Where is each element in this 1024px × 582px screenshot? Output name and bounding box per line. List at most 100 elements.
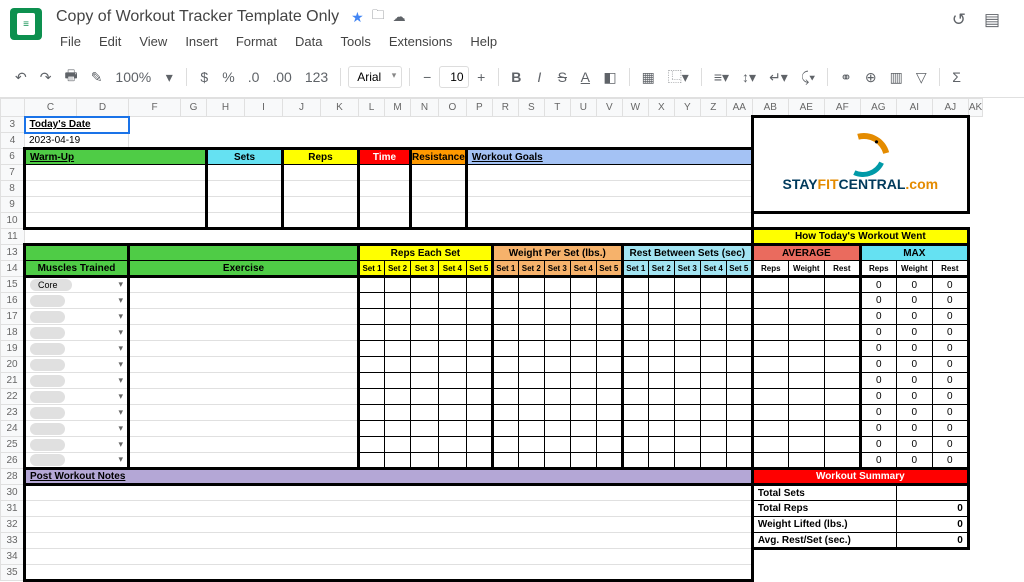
row-header[interactable]: 34 xyxy=(1,549,25,565)
cell[interactable] xyxy=(492,309,518,325)
cell[interactable]: Reps xyxy=(860,261,896,277)
cell[interactable] xyxy=(359,309,385,325)
cell[interactable]: 0 xyxy=(860,421,896,437)
cell[interactable] xyxy=(752,565,968,581)
cell[interactable] xyxy=(570,277,596,293)
cell[interactable] xyxy=(788,341,824,357)
cell[interactable] xyxy=(700,437,726,453)
cell[interactable] xyxy=(700,309,726,325)
cell[interactable] xyxy=(385,293,411,309)
cell[interactable]: Total Sets xyxy=(752,485,896,501)
cell[interactable]: 0 xyxy=(932,421,968,437)
cell[interactable]: Total Reps xyxy=(752,501,896,517)
cell[interactable] xyxy=(411,405,439,421)
cell[interactable] xyxy=(492,293,518,309)
cell[interactable] xyxy=(752,405,788,421)
cell[interactable]: 0 xyxy=(860,277,896,293)
cell[interactable] xyxy=(824,389,860,405)
filter-icon[interactable]: ▽ xyxy=(911,65,932,90)
cell[interactable] xyxy=(518,421,544,437)
cell[interactable] xyxy=(25,197,207,213)
cell[interactable]: 0 xyxy=(896,421,932,437)
cell[interactable] xyxy=(518,277,544,293)
cell[interactable] xyxy=(674,453,700,469)
cell[interactable] xyxy=(752,341,788,357)
cell[interactable] xyxy=(674,373,700,389)
cell[interactable] xyxy=(129,341,359,357)
cell[interactable] xyxy=(622,293,648,309)
cell[interactable] xyxy=(622,357,648,373)
cell[interactable] xyxy=(518,373,544,389)
cell[interactable] xyxy=(385,357,411,373)
cloud-icon[interactable]: ☁ xyxy=(393,9,406,25)
cell[interactable] xyxy=(700,389,726,405)
cell[interactable]: 0 xyxy=(860,453,896,469)
cell[interactable] xyxy=(466,293,492,309)
menu-insert[interactable]: Insert xyxy=(177,30,226,53)
cell[interactable]: 0 xyxy=(860,373,896,389)
cell[interactable] xyxy=(207,181,283,197)
cell[interactable] xyxy=(648,293,674,309)
cell[interactable] xyxy=(129,277,359,293)
cell[interactable] xyxy=(648,405,674,421)
cell[interactable]: 0 xyxy=(932,405,968,421)
cell[interactable] xyxy=(788,453,824,469)
cell[interactable] xyxy=(752,373,788,389)
cell[interactable] xyxy=(25,245,129,261)
cell[interactable]: Set 1 xyxy=(359,261,385,277)
cell[interactable]: 0 xyxy=(860,341,896,357)
cell[interactable] xyxy=(824,357,860,373)
row-header[interactable]: 22 xyxy=(1,389,25,405)
muscle-dropdown[interactable] xyxy=(25,453,129,469)
cell[interactable] xyxy=(788,437,824,453)
cell[interactable] xyxy=(674,325,700,341)
cell[interactable] xyxy=(674,357,700,373)
cell[interactable] xyxy=(824,277,860,293)
cell[interactable] xyxy=(411,277,439,293)
cell[interactable] xyxy=(544,325,570,341)
cell[interactable] xyxy=(25,565,753,581)
cell[interactable] xyxy=(283,165,359,181)
bold-icon[interactable]: B xyxy=(506,65,526,89)
cell[interactable] xyxy=(570,453,596,469)
cell[interactable] xyxy=(411,437,439,453)
cell[interactable] xyxy=(544,309,570,325)
cell[interactable] xyxy=(674,421,700,437)
cell[interactable]: 0 xyxy=(896,277,932,293)
cell[interactable]: Set 4 xyxy=(570,261,596,277)
cell[interactable] xyxy=(359,405,385,421)
menu-file[interactable]: File xyxy=(52,30,89,53)
cell[interactable]: 0 xyxy=(896,341,932,357)
cell[interactable] xyxy=(385,437,411,453)
fill-color-icon[interactable]: ◧ xyxy=(598,65,621,90)
cell[interactable] xyxy=(518,293,544,309)
cell[interactable] xyxy=(492,341,518,357)
cell[interactable] xyxy=(700,421,726,437)
cell[interactable] xyxy=(788,357,824,373)
cell[interactable]: 0 xyxy=(860,309,896,325)
cell[interactable] xyxy=(359,389,385,405)
cell[interactable] xyxy=(438,405,466,421)
borders-icon[interactable]: ▦ xyxy=(637,65,660,90)
cell[interactable]: Weight xyxy=(896,261,932,277)
cell[interactable]: MAX xyxy=(860,245,968,261)
cell[interactable]: 0 xyxy=(896,405,932,421)
muscle-dropdown[interactable] xyxy=(25,437,129,453)
cell[interactable]: Reps xyxy=(283,149,359,165)
cell[interactable] xyxy=(726,341,752,357)
cell[interactable] xyxy=(129,357,359,373)
row-header[interactable]: 7 xyxy=(1,165,25,181)
cell[interactable] xyxy=(359,373,385,389)
cell[interactable]: Set 2 xyxy=(385,261,411,277)
cell[interactable]: Post Workout Notes xyxy=(25,469,753,485)
cell[interactable]: Workout Summary xyxy=(752,469,968,485)
cell[interactable] xyxy=(622,373,648,389)
row-header[interactable]: 20 xyxy=(1,357,25,373)
cell[interactable] xyxy=(438,293,466,309)
cell[interactable] xyxy=(752,293,788,309)
menu-edit[interactable]: Edit xyxy=(91,30,129,53)
cell[interactable] xyxy=(544,293,570,309)
cell[interactable] xyxy=(411,293,439,309)
cell[interactable] xyxy=(788,293,824,309)
cell[interactable] xyxy=(622,437,648,453)
